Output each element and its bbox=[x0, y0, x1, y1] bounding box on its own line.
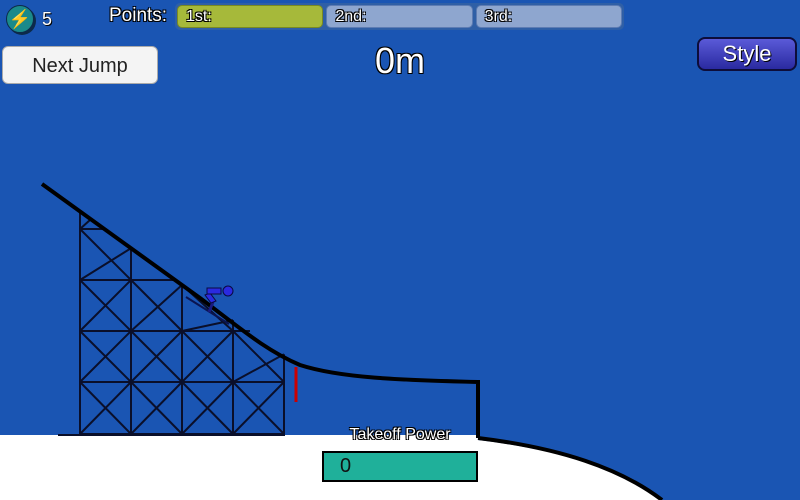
scaffold-brace bbox=[79, 247, 132, 281]
scaffold bbox=[79, 211, 285, 435]
inrun-track bbox=[40, 182, 480, 438]
scaffold-brace bbox=[232, 330, 285, 383]
energy-counter: ⚡ 5 bbox=[6, 5, 52, 33]
style-button[interactable]: Style bbox=[697, 37, 797, 71]
skier-torso bbox=[206, 287, 222, 295]
place-1st-slot: 1st: bbox=[177, 5, 324, 28]
scaffold-brace bbox=[79, 228, 132, 281]
place-3rd-slot: 3rd: bbox=[475, 5, 622, 28]
scaffold-beam bbox=[79, 219, 91, 230]
points-bar: 1st: 2nd: 3rd: bbox=[175, 3, 624, 30]
takeoff-power-label: Takeoff Power bbox=[349, 426, 451, 443]
scaffold-brace bbox=[232, 353, 285, 383]
points-label: Points: bbox=[109, 5, 168, 26]
next-jump-button[interactable]: Next Jump bbox=[2, 46, 158, 84]
takeoff-power-value: 0 bbox=[340, 455, 352, 477]
energy-count: 5 bbox=[42, 8, 53, 29]
distance-readout: 0m bbox=[374, 40, 425, 81]
skier-head bbox=[222, 285, 234, 297]
skier-skis bbox=[185, 296, 230, 325]
place-2nd-slot: 2nd: bbox=[326, 5, 473, 28]
lightning-bolt-icon: ⚡ bbox=[6, 5, 34, 33]
takeoff-power-bar: 0 bbox=[322, 451, 478, 482]
